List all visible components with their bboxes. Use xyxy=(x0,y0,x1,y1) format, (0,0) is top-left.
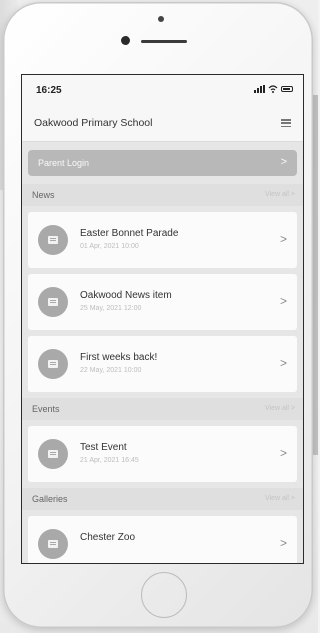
status-icons xyxy=(254,85,293,93)
event-item-date: 21 Apr, 2021 16:45 xyxy=(80,457,139,464)
galleries-section-header: Galleries View all > xyxy=(22,488,303,510)
app-screen: 16:25 Oakwood Primary School Parent Logi xyxy=(21,74,304,564)
news-item-date: 01 Apr, 2021 10:00 xyxy=(80,243,139,250)
section-title-news: News xyxy=(32,190,55,200)
home-button[interactable] xyxy=(141,572,187,618)
newspaper-icon xyxy=(38,349,68,379)
parent-login-label: Parent Login xyxy=(38,158,90,168)
earpiece-speaker xyxy=(141,40,187,43)
status-time: 16:25 xyxy=(36,85,62,96)
section-title-galleries: Galleries xyxy=(32,494,68,504)
app-header: Oakwood Primary School xyxy=(22,105,303,142)
news-item-title: Oakwood News item xyxy=(80,290,172,301)
gallery-icon xyxy=(38,529,68,559)
news-item-date: 25 May, 2021 12:00 xyxy=(80,305,142,312)
news-item[interactable]: Easter Bonnet Parade 01 Apr, 2021 10:00 … xyxy=(28,212,297,268)
chevron-right-icon: > xyxy=(279,536,287,550)
chevron-right-icon: > xyxy=(279,356,287,370)
chevron-right-icon: > xyxy=(279,294,287,308)
news-item-title: Easter Bonnet Parade xyxy=(80,228,179,239)
calendar-icon xyxy=(38,439,68,469)
menu-icon[interactable] xyxy=(281,119,291,127)
phone-frame: 16:25 Oakwood Primary School Parent Logi xyxy=(3,2,313,628)
event-item[interactable]: Test Event 21 Apr, 2021 16:45 > xyxy=(28,426,297,482)
news-item-title: First weeks back! xyxy=(80,352,158,363)
chevron-right-icon: > xyxy=(280,156,287,168)
signal-icon xyxy=(254,85,265,93)
newspaper-icon xyxy=(38,287,68,317)
status-bar: 16:25 xyxy=(22,75,303,105)
gallery-item[interactable]: Chester Zoo > xyxy=(28,516,297,563)
chevron-right-icon: > xyxy=(279,446,287,460)
gallery-item-title: Chester Zoo xyxy=(80,532,136,543)
view-all-news-link[interactable]: View all > xyxy=(265,191,295,198)
newspaper-icon xyxy=(38,225,68,255)
news-item-date: 22 May, 2021 10:00 xyxy=(80,367,142,374)
parent-login-button[interactable]: Parent Login > xyxy=(28,150,297,176)
event-item-title: Test Event xyxy=(80,442,127,453)
wifi-icon xyxy=(268,85,278,93)
news-section-header: News View all > xyxy=(22,184,303,206)
view-all-galleries-link[interactable]: View all > xyxy=(265,495,295,502)
battery-icon xyxy=(281,86,293,92)
front-camera xyxy=(121,36,130,45)
sensor xyxy=(158,16,164,22)
section-title-events: Events xyxy=(32,404,60,414)
events-section-header: Events View all > xyxy=(22,398,303,420)
page-title: Oakwood Primary School xyxy=(34,117,153,129)
view-all-events-link[interactable]: View all > xyxy=(265,405,295,412)
chevron-right-icon: > xyxy=(279,232,287,246)
news-item[interactable]: Oakwood News item 25 May, 2021 12:00 > xyxy=(28,274,297,330)
news-item[interactable]: First weeks back! 22 May, 2021 10:00 > xyxy=(28,336,297,392)
